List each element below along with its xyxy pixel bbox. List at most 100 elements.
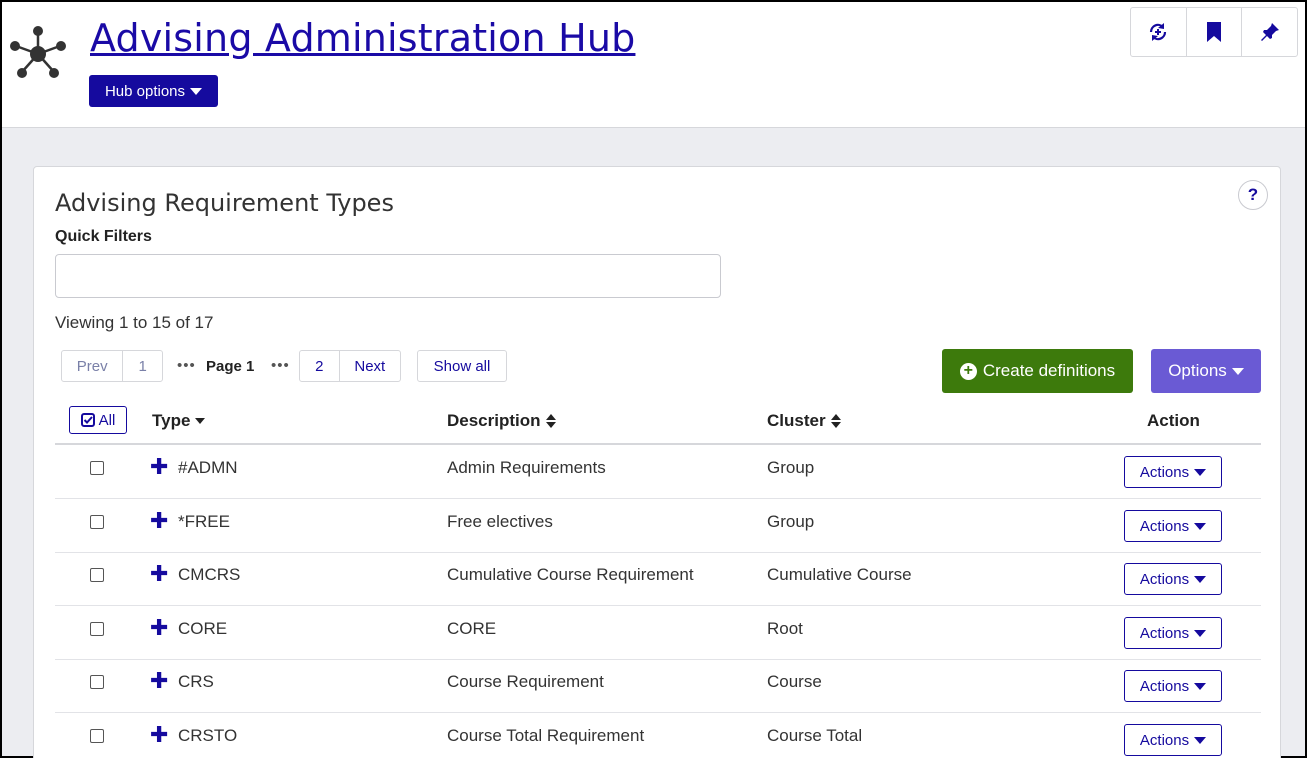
column-action: Action <box>1147 411 1200 431</box>
row-cluster: Course Total <box>767 726 863 745</box>
row-actions-button[interactable]: Actions <box>1124 563 1222 595</box>
hub-options-button[interactable]: Hub options <box>89 75 218 107</box>
table-row: ✚ CORE CORE Root Actions <box>55 606 1261 660</box>
row-type: #ADMN <box>178 458 238 477</box>
row-actions-label: Actions <box>1139 570 1190 588</box>
quick-filters-label: Quick Filters <box>55 228 152 245</box>
sync-icon <box>1150 23 1167 41</box>
table-row: ✚ *FREE Free electives Group Actions <box>55 499 1261 553</box>
caret-down-icon <box>1231 367 1244 375</box>
row-checkbox[interactable] <box>90 515 104 529</box>
row-description: Course Total Requirement <box>447 726 645 745</box>
expand-plus-icon[interactable]: ✚ <box>150 563 168 585</box>
row-actions-button[interactable]: Actions <box>1124 617 1222 649</box>
caret-down-icon <box>1194 629 1207 637</box>
column-description-label: Description <box>447 411 541 430</box>
sort-desc-icon <box>195 418 206 424</box>
row-checkbox[interactable] <box>90 461 104 475</box>
sync-button[interactable] <box>1131 8 1187 56</box>
prev-button[interactable]: Prev <box>62 351 124 381</box>
row-checkbox[interactable] <box>90 568 104 582</box>
row-actions-button[interactable]: Actions <box>1124 670 1222 702</box>
pager-ellipsis-left: ••• <box>177 357 196 374</box>
row-actions-button[interactable]: Actions <box>1124 724 1222 756</box>
row-description: Admin Requirements <box>447 458 606 477</box>
current-page: Page 1 <box>206 358 255 375</box>
row-cluster: Group <box>767 512 815 531</box>
expand-plus-icon[interactable]: ✚ <box>150 617 168 639</box>
bookmark-button[interactable] <box>1187 8 1243 56</box>
caret-down-icon <box>1194 522 1207 530</box>
page-2-button[interactable]: 2 <box>300 351 340 381</box>
pager-prev-group: Prev 1 <box>61 350 163 382</box>
caret-down-icon <box>1194 575 1207 583</box>
caret-down-icon <box>1194 682 1207 690</box>
create-definitions-button[interactable]: + Create definitions <box>942 349 1133 393</box>
viewing-count: Viewing 1 to 15 of 17 <box>55 313 214 332</box>
column-cluster-label: Cluster <box>767 411 826 430</box>
hub-options-label: Hub options <box>104 82 186 100</box>
show-all-button[interactable]: Show all <box>417 350 507 382</box>
row-type: CRS <box>178 672 214 691</box>
column-description[interactable]: Description <box>447 411 556 431</box>
select-all-button[interactable]: All <box>69 406 127 434</box>
row-checkbox[interactable] <box>90 675 104 689</box>
quick-filters-input[interactable] <box>55 254 721 298</box>
next-button[interactable]: Next <box>340 351 400 381</box>
row-description: Course Requirement <box>447 672 604 691</box>
column-type[interactable]: Type <box>152 411 206 431</box>
table-row: ✚ #ADMN Admin Requirements Group Actions <box>55 445 1261 499</box>
pager-next-group: 2 Next <box>299 350 401 382</box>
plus-circle-icon: + <box>959 362 977 380</box>
select-all-label: All <box>98 411 116 429</box>
table-header: All Type Description Cluster Action <box>55 403 1261 445</box>
row-description: Free electives <box>447 512 553 531</box>
column-action-label: Action <box>1147 411 1200 430</box>
help-button[interactable]: ? <box>1238 180 1268 210</box>
table-row: ✚ CRS Course Requirement Course Actions <box>55 659 1261 713</box>
row-cluster: Cumulative Course <box>767 565 912 584</box>
row-type: CRSTO <box>178 726 238 745</box>
page-1-button[interactable]: 1 <box>123 351 162 381</box>
caret-down-icon <box>1194 468 1207 476</box>
expand-plus-icon[interactable]: ✚ <box>150 670 168 692</box>
table-row: ✚ CMCRS Cumulative Course Requirement Cu… <box>55 552 1261 606</box>
row-type: CMCRS <box>178 565 241 584</box>
create-definitions-label: Create definitions <box>982 361 1116 380</box>
row-cluster: Course <box>767 672 822 691</box>
row-type: *FREE <box>178 512 230 531</box>
expand-plus-icon[interactable]: ✚ <box>150 456 168 478</box>
pin-icon <box>1260 23 1279 41</box>
expand-plus-icon[interactable]: ✚ <box>150 724 168 746</box>
row-actions-label: Actions <box>1139 624 1190 642</box>
sort-icon <box>830 414 841 428</box>
row-type: CORE <box>178 619 228 638</box>
bookmark-icon <box>1207 22 1221 42</box>
caret-down-icon <box>1194 736 1207 744</box>
options-label: Options <box>1168 361 1227 380</box>
header-tool-group <box>1130 7 1298 57</box>
pin-button[interactable] <box>1242 8 1297 56</box>
row-cluster: Root <box>767 619 803 638</box>
sort-icon <box>545 414 556 428</box>
hub-title-link[interactable]: Advising Administration Hub <box>90 16 635 60</box>
caret-down-icon <box>190 87 203 95</box>
table-row: ✚ CRSTO Course Total Requirement Course … <box>55 713 1261 758</box>
row-actions-label: Actions <box>1139 731 1190 749</box>
checkbox-checked-icon <box>80 413 95 427</box>
pager-ellipsis-right: ••• <box>271 357 290 374</box>
row-description: CORE <box>447 619 497 638</box>
app-header: Advising Administration Hub Hub options <box>2 2 1305 128</box>
row-actions-button[interactable]: Actions <box>1124 510 1222 542</box>
column-type-label: Type <box>152 411 191 430</box>
options-button[interactable]: Options <box>1151 349 1261 393</box>
row-actions-label: Actions <box>1139 677 1190 695</box>
row-checkbox[interactable] <box>90 729 104 743</box>
expand-plus-icon[interactable]: ✚ <box>150 510 168 532</box>
row-actions-label: Actions <box>1139 517 1190 535</box>
column-cluster[interactable]: Cluster <box>767 411 841 431</box>
row-checkbox[interactable] <box>90 622 104 636</box>
page-title: Advising Requirement Types <box>55 189 394 217</box>
row-actions-button[interactable]: Actions <box>1124 456 1222 488</box>
row-cluster: Group <box>767 458 815 477</box>
